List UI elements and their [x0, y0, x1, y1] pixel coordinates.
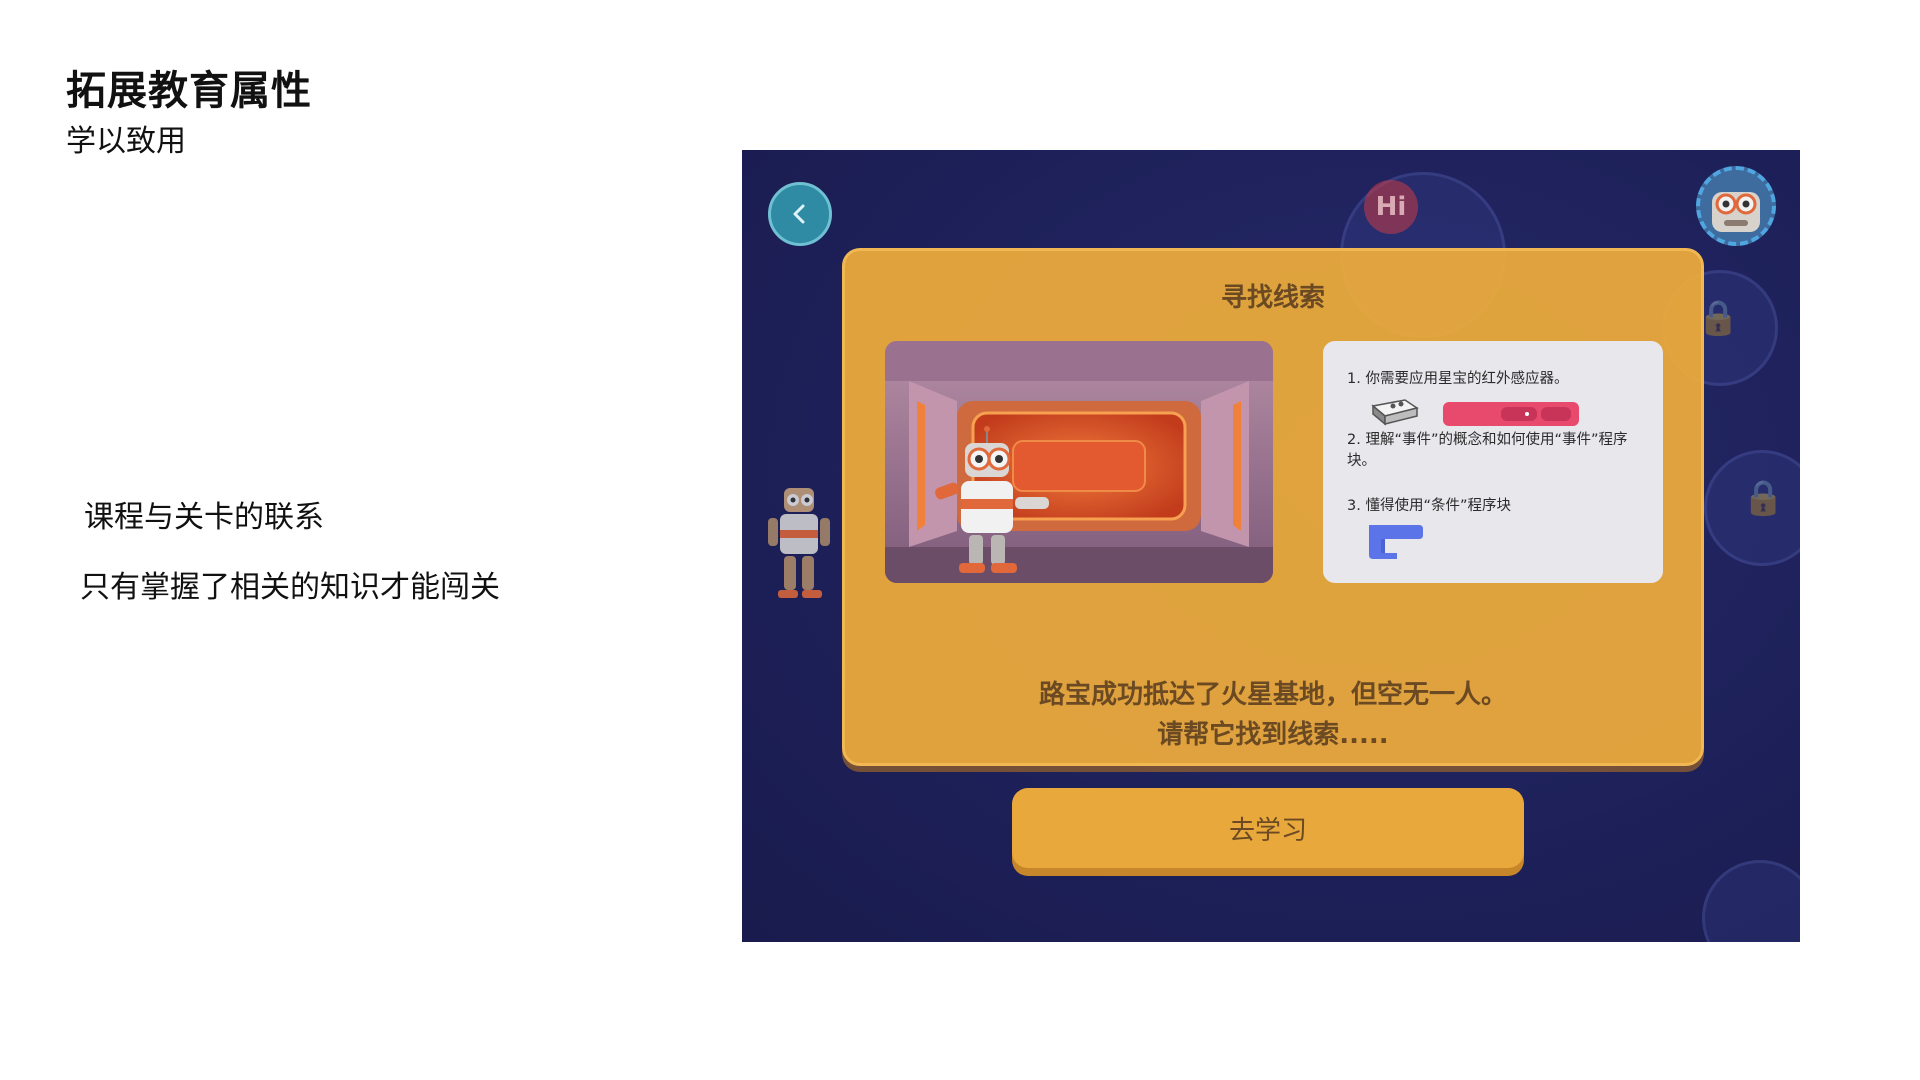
robot-avatar[interactable] — [1696, 166, 1776, 246]
corridor-illustration — [885, 341, 1273, 583]
dialog-message-line1: 路宝成功抵达了火星基地，但空无一人。 — [1038, 680, 1507, 710]
go-learn-button[interactable]: 去学习 — [1012, 788, 1524, 868]
lock-icon: 🔒 — [1742, 478, 1785, 518]
learning-requirements-card: 1. 你需要应用星宝的红外感应器。 2. 理解“事件”的概念和如何使用“事件”程… — [1323, 341, 1663, 583]
hi-badge: Hi — [1364, 180, 1418, 234]
dialog-message: 路宝成功抵达了火星基地，但空无一人。 请帮它找到线索..... — [845, 675, 1701, 755]
sensor-row — [1347, 392, 1641, 430]
requirement-item: 3. 懂得使用“条件”程序块 — [1347, 498, 1511, 514]
infrared-sensor-icon — [1371, 399, 1419, 426]
spaceship-corridor-scene — [885, 341, 1273, 583]
condition-block-icon — [1369, 525, 1423, 559]
game-screenshot: Hi 🔒 🔒 寻找线索 1. 你需要应用星宝的红外感应器。 2. 理解“事件”的… — [742, 150, 1800, 942]
robot-avatar-icon — [1712, 192, 1760, 232]
dialog-message-line2: 请帮它找到线索..... — [1157, 720, 1389, 750]
rocket-level-node — [1702, 860, 1800, 942]
clue-dialog: 寻找线索 1. 你需要应用星宝的红外感应器。 2. 理解“事件”的概念和如何使用… — [842, 248, 1704, 766]
slide-title: 拓展教育属性 — [66, 68, 312, 114]
robot-figure-icon — [768, 488, 830, 598]
point-course-link: 课程与关卡的联系 — [84, 500, 324, 535]
point-knowledge-required: 只有掌握了相关的知识才能闯关 — [80, 570, 500, 605]
back-button[interactable] — [768, 182, 832, 246]
dialog-title: 寻找线索 — [1220, 283, 1325, 313]
requirement-item: 1. 你需要应用星宝的红外感应器。 — [1347, 371, 1569, 387]
requirement-item: 2. 理解“事件”的概念和如何使用“事件”程序块。 — [1347, 432, 1628, 469]
condition-block-row — [1347, 517, 1641, 565]
slide-subtitle: 学以致用 — [66, 124, 186, 159]
event-block-icon — [1443, 402, 1579, 426]
back-arrow-icon — [793, 204, 805, 224]
